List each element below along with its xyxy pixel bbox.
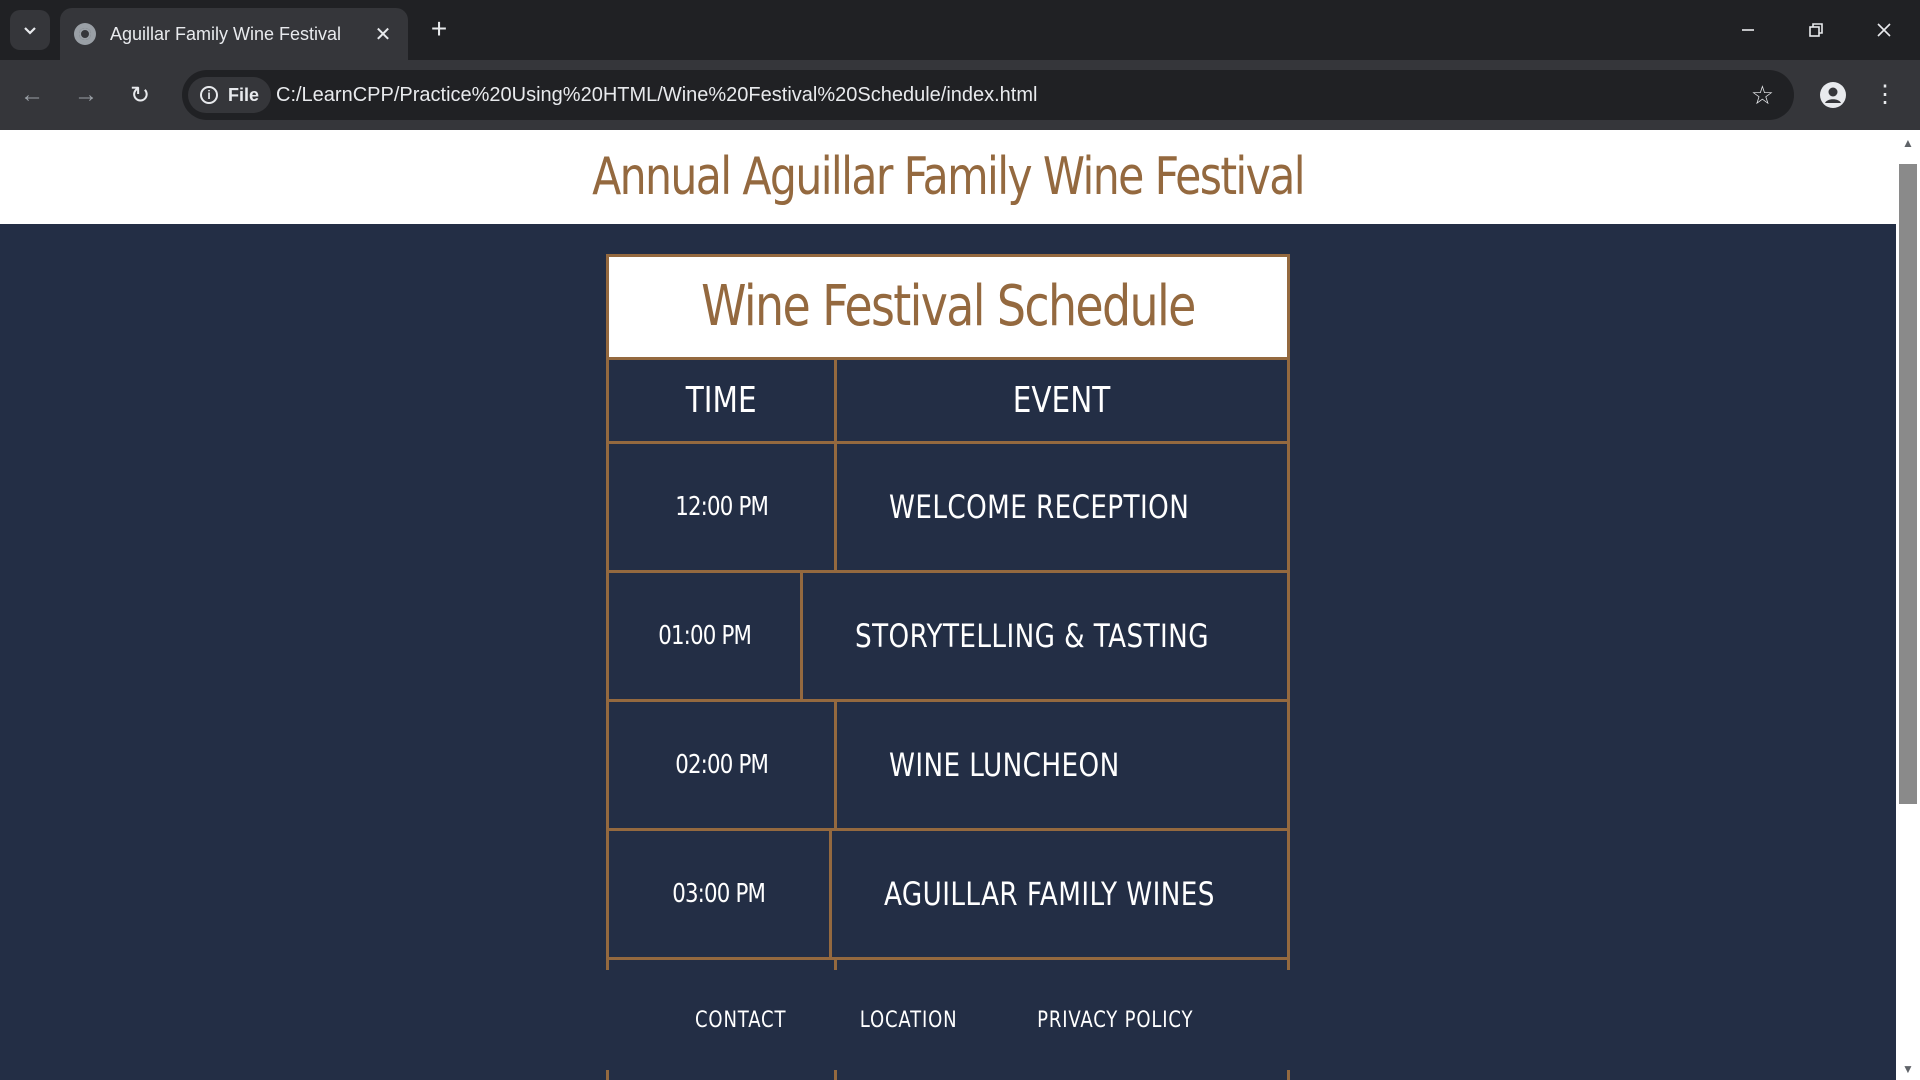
scroll-down-arrow-icon[interactable]: ▼	[1896, 1062, 1920, 1076]
browser-tab[interactable]: Aguillar Family Wine Festival ✕	[60, 8, 408, 60]
back-button[interactable]: ←	[14, 77, 50, 113]
page-title: Annual Aguillar Family Wine Festival	[592, 147, 1305, 207]
restore-icon	[1809, 23, 1823, 37]
browser-menu-button[interactable]: ⋮	[1870, 78, 1900, 112]
url-text[interactable]: C:/LearnCPP/Practice%20Using%20HTML/Wine…	[276, 70, 1037, 120]
table-row: 12:00 PM WELCOME RECEPTION	[609, 444, 1287, 573]
event-cell: STORYTELLING & TASTING	[803, 573, 1287, 699]
scrollbar-thumb[interactable]	[1899, 164, 1917, 804]
forward-button[interactable]: →	[68, 77, 104, 113]
footer-link-privacy-policy[interactable]: PRIVACY POLICY	[1037, 1008, 1193, 1033]
time-cell: 02:00 PM	[609, 702, 837, 828]
time-cell: 12:00 PM	[609, 444, 837, 570]
close-icon	[1877, 23, 1891, 37]
page-header: Annual Aguillar Family Wine Festival	[0, 130, 1896, 224]
schedule-caption-text: Wine Festival Schedule	[701, 274, 1196, 339]
event-cell: WELCOME RECEPTION	[837, 444, 1287, 570]
event-cell: WINE LUNCHEON	[837, 702, 1287, 828]
footer-link-location[interactable]: LOCATION	[860, 1008, 958, 1033]
tab-close-icon[interactable]: ✕	[368, 22, 398, 47]
time-cell: 03:00 PM	[609, 831, 832, 957]
profile-button[interactable]	[1816, 78, 1850, 112]
column-header-event-label: EVENT	[1013, 380, 1111, 421]
browser-toolbar: ← → ↻ i File C:/LearnCPP/Practice%20Usin…	[0, 60, 1920, 130]
time-value: 01:00 PM	[658, 621, 752, 651]
tab-title: Aguillar Family Wine Festival	[110, 23, 342, 44]
table-row: 01:00 PM STORYTELLING & TASTING	[609, 573, 1287, 702]
schedule-caption: Wine Festival Schedule	[609, 257, 1287, 360]
tab-search-button[interactable]	[10, 10, 50, 50]
time-value: 12:00 PM	[675, 492, 769, 522]
time-cell: 01:00 PM	[609, 573, 804, 699]
table-row: 02:00 PM WINE LUNCHEON	[609, 702, 1287, 831]
person-icon	[1820, 82, 1846, 108]
footer-link-contact[interactable]: CONTACT	[696, 1008, 787, 1033]
event-value: WINE LUNCHEON	[889, 746, 1120, 784]
address-bar[interactable]: i File C:/LearnCPP/Practice%20Using%20HT…	[182, 70, 1794, 120]
event-value: AGUILLAR FAMILY WINES	[883, 875, 1215, 913]
column-header-time: TIME	[609, 360, 837, 441]
site-chip-label: File	[228, 84, 260, 105]
table-row: 03:00 PM AGUILLAR FAMILY WINES	[609, 831, 1287, 960]
scroll-up-arrow-icon[interactable]: ▲	[1896, 136, 1920, 150]
time-value: 03:00 PM	[672, 879, 766, 909]
site-info-button[interactable]: i File	[188, 77, 272, 113]
column-header-event: EVENT	[837, 360, 1287, 441]
new-tab-button[interactable]: +	[424, 14, 454, 44]
schedule-table: Wine Festival Schedule TIME EVENT 12:00 …	[606, 254, 1290, 1080]
restore-button[interactable]	[1788, 10, 1844, 50]
vertical-scrollbar[interactable]: ▲ ▼	[1896, 130, 1920, 1080]
page-viewport: Annual Aguillar Family Wine Festival Win…	[0, 130, 1896, 1080]
close-window-button[interactable]	[1856, 10, 1912, 50]
table-header-row: TIME EVENT	[609, 360, 1287, 444]
globe-icon	[74, 23, 96, 45]
chevron-down-icon	[24, 27, 36, 35]
browser-tab-strip: Aguillar Family Wine Festival ✕ +	[0, 0, 1920, 60]
footer-nav: CONTACT LOCATION PRIVACY POLICY	[606, 970, 1290, 1070]
event-value: WELCOME RECEPTION	[889, 488, 1190, 526]
bookmark-star-icon[interactable]: ☆	[1751, 80, 1774, 111]
column-header-time-label: TIME	[686, 380, 757, 421]
info-icon: i	[200, 86, 218, 104]
reload-button[interactable]: ↻	[122, 77, 158, 113]
event-value: STORYTELLING & TASTING	[855, 617, 1210, 655]
minimize-icon	[1742, 29, 1754, 31]
event-cell: AGUILLAR FAMILY WINES	[832, 831, 1287, 957]
minimize-button[interactable]	[1720, 10, 1776, 50]
time-value: 02:00 PM	[675, 750, 769, 780]
